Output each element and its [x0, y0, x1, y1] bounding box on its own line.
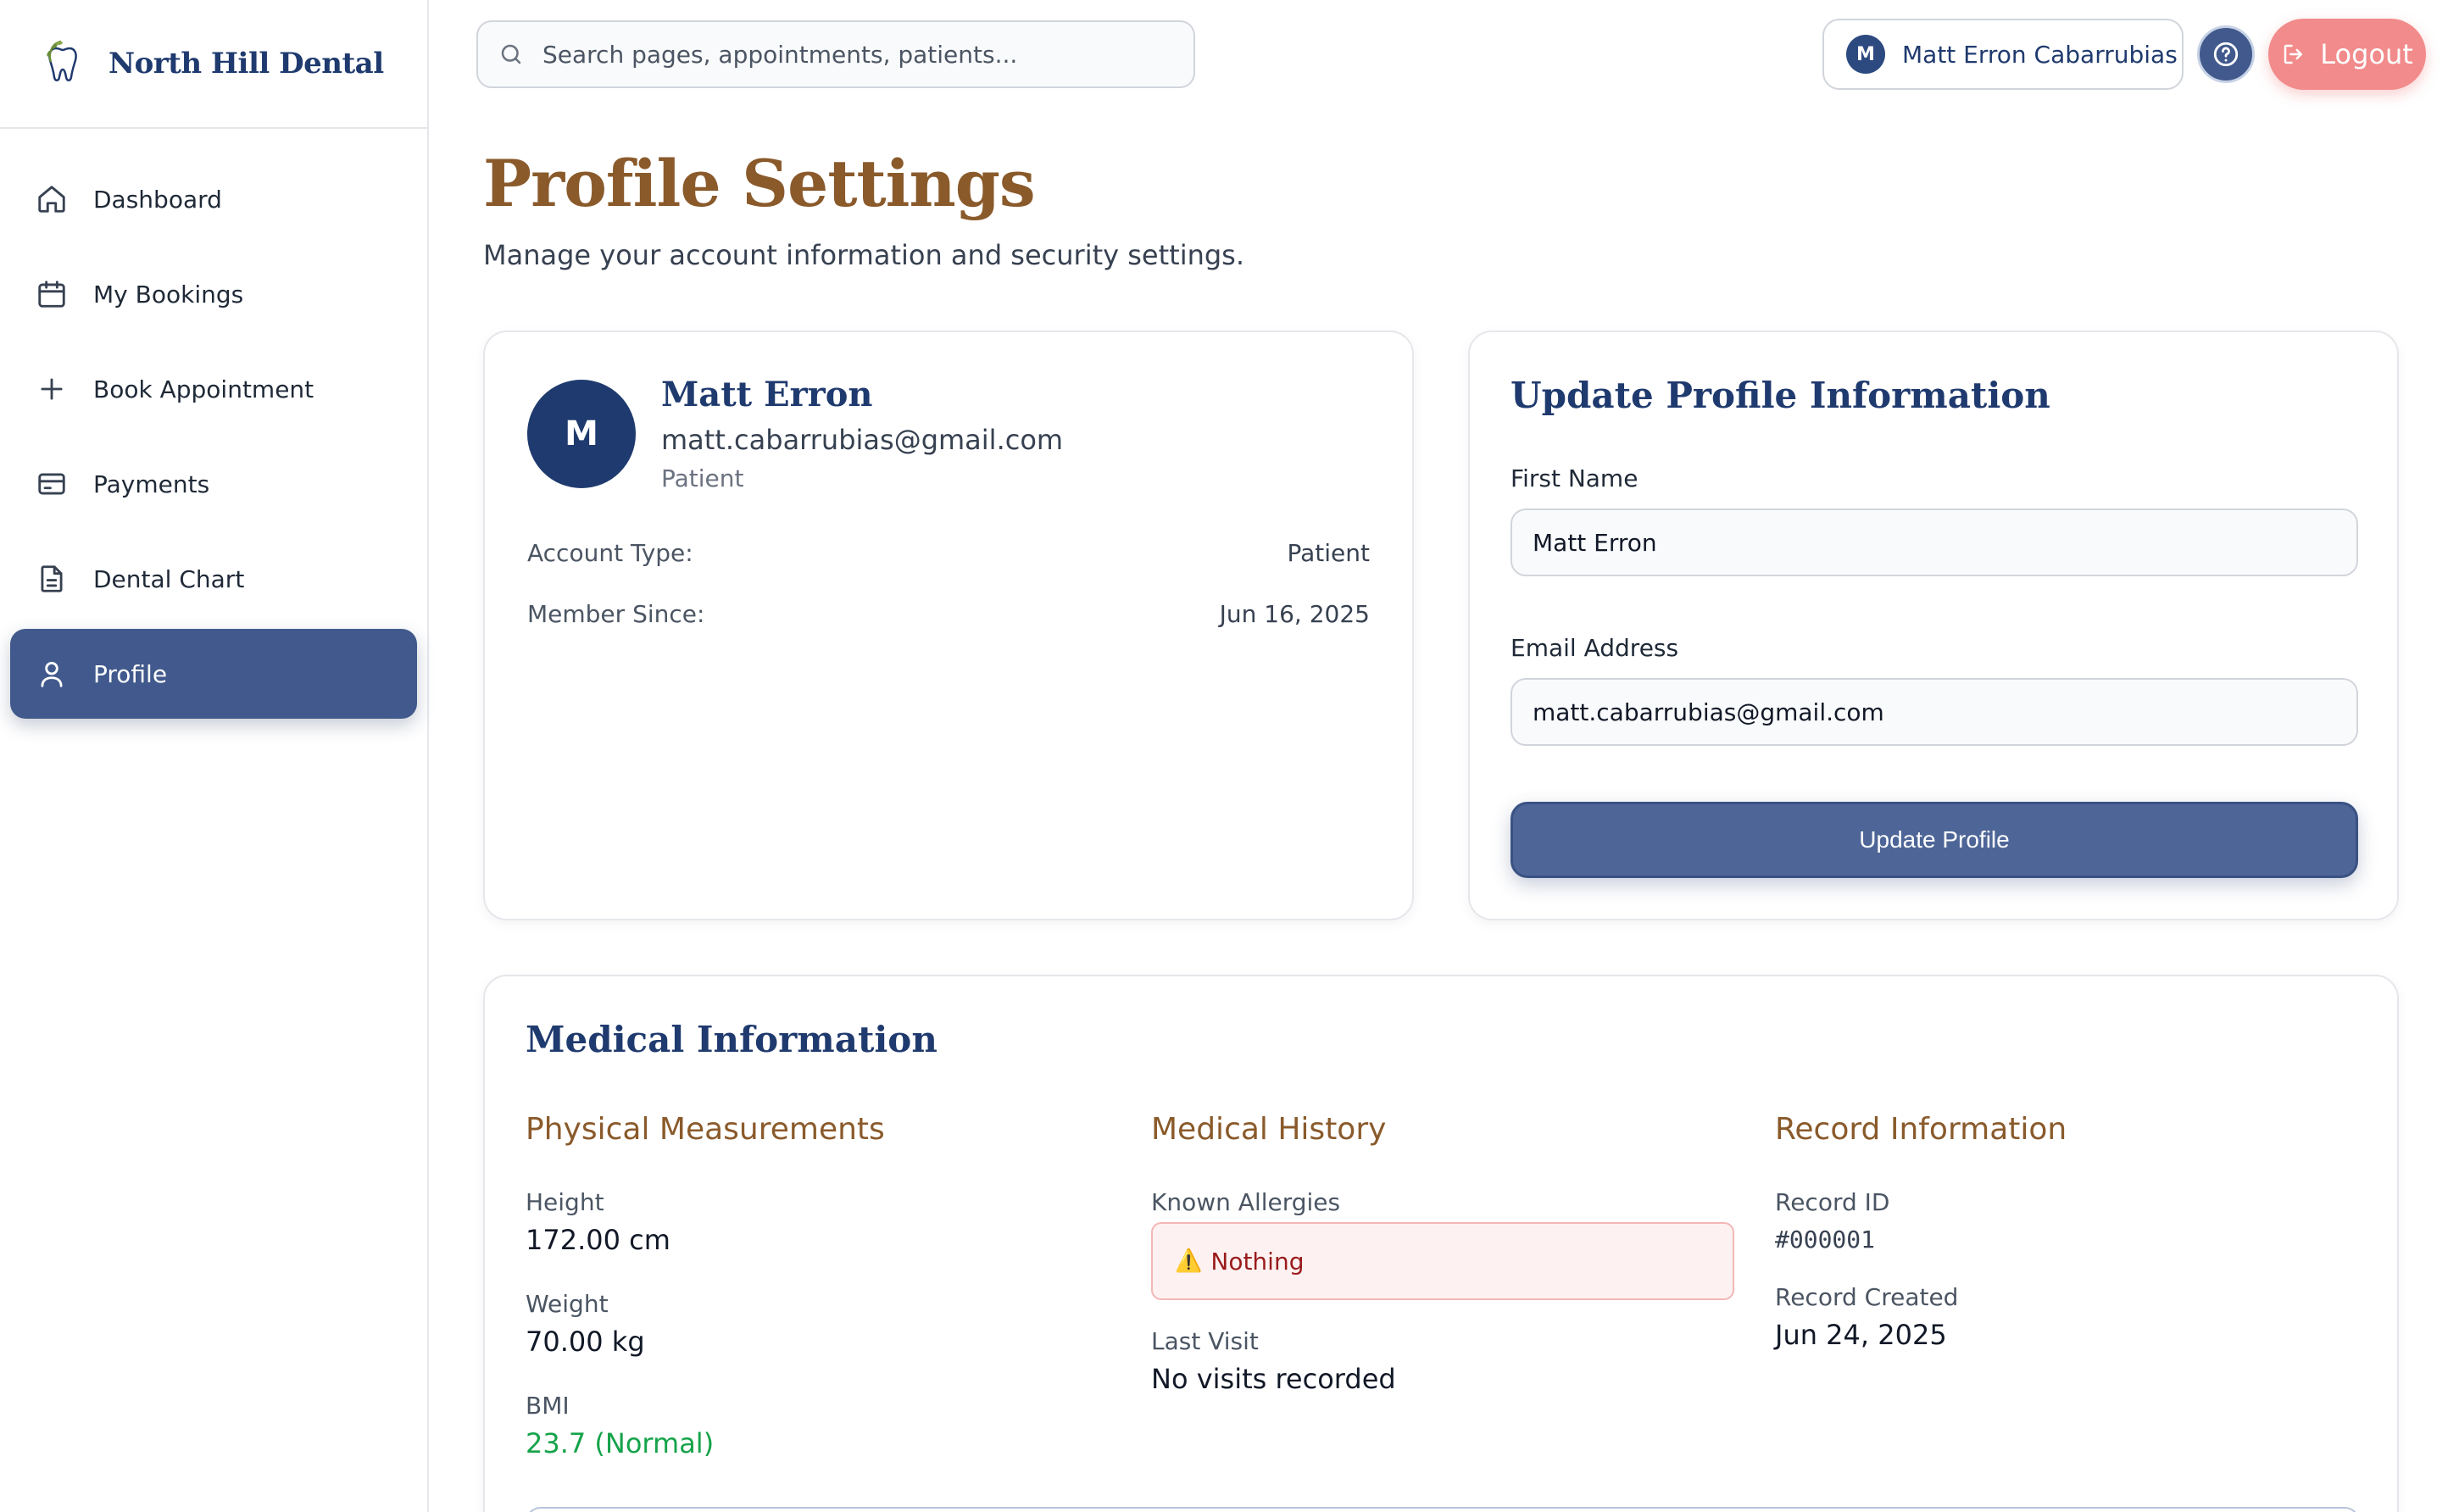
sidebar-item-label: Dashboard [93, 185, 222, 214]
sidebar-item-profile[interactable]: Profile [10, 629, 417, 719]
member-since-row: Member Since: Jun 16, 2025 [527, 600, 1370, 628]
update-profile-button[interactable]: Update Profile [1511, 802, 2358, 878]
sidebar-item-label: Profile [93, 659, 168, 688]
member-since-value: Jun 16, 2025 [1219, 600, 1370, 628]
page-title: Profile Settings [483, 146, 1036, 221]
update-profile-title: Update Profile Information [1511, 375, 2050, 416]
account-type-label: Account Type: [527, 539, 693, 567]
physical-measurements-heading: Physical Measurements [526, 1112, 885, 1147]
sidebar-item-label: My Bookings [93, 280, 244, 309]
height-label: Height [526, 1188, 604, 1216]
allergies-value: Nothing [1210, 1247, 1305, 1276]
logout-icon [2281, 42, 2306, 67]
profile-role: Patient [661, 464, 744, 492]
known-allergies-label: Known Allergies [1151, 1188, 1341, 1216]
sidebar-item-label: Payments [93, 470, 210, 498]
record-id-label: Record ID [1775, 1188, 1890, 1216]
user-name: Matt Erron Cabarrubias [1902, 40, 2178, 69]
next-section-edge [526, 1507, 2360, 1512]
brand-name: North Hill Dental [108, 47, 384, 81]
weight-value: 70.00 kg [526, 1326, 645, 1358]
brand[interactable]: North Hill Dental [0, 0, 427, 129]
bmi-value: 23.7 (Normal) [526, 1427, 715, 1459]
member-since-label: Member Since: [527, 600, 705, 628]
help-button[interactable] [2197, 25, 2255, 83]
sidebar-item-dashboard[interactable]: Dashboard [10, 154, 417, 244]
sidebar-item-dental-chart[interactable]: Dental Chart [10, 534, 417, 624]
user-icon [36, 658, 68, 690]
document-icon [36, 563, 68, 595]
sidebar-item-payments[interactable]: Payments [10, 439, 417, 529]
profile-summary-card: M Matt Erron matt.cabarrubias@gmail.com … [483, 331, 1414, 920]
first-name-label: First Name [1511, 464, 1638, 492]
profile-name: Matt Erron [661, 375, 873, 414]
search-bar[interactable] [476, 20, 1195, 88]
profile-email: matt.cabarrubias@gmail.com [661, 424, 1064, 456]
medical-information-title: Medical Information [526, 1019, 937, 1060]
record-created-value: Jun 24, 2025 [1775, 1319, 1947, 1351]
sidebar: North Hill Dental Dashboard My Bookings … [0, 0, 429, 1512]
search-input[interactable] [542, 40, 1193, 69]
account-type-row: Account Type: Patient [527, 539, 1370, 567]
email-label: Email Address [1511, 634, 1679, 662]
warning-icon: ⚠️ [1175, 1248, 1203, 1274]
plus-icon [36, 373, 68, 405]
record-information-heading: Record Information [1775, 1112, 2067, 1147]
last-visit-label: Last Visit [1151, 1327, 1259, 1355]
medical-information-card: Medical Information Physical Measurement… [483, 975, 2399, 1512]
record-created-label: Record Created [1775, 1283, 1959, 1311]
allergies-alert: ⚠️ Nothing [1151, 1222, 1734, 1300]
logout-button[interactable]: Logout [2268, 19, 2426, 90]
first-name-field[interactable] [1511, 509, 2358, 576]
sidebar-nav: Dashboard My Bookings Book Appointment P… [0, 129, 427, 719]
medical-history-heading: Medical History [1151, 1112, 1387, 1147]
email-field[interactable] [1511, 678, 2358, 746]
update-profile-card: Update Profile Information First Name Em… [1468, 331, 2399, 920]
sidebar-item-label: Book Appointment [93, 375, 314, 403]
search-icon [498, 42, 524, 67]
calendar-icon [36, 278, 68, 310]
help-icon [2212, 40, 2240, 69]
home-icon [36, 183, 68, 215]
sidebar-item-label: Dental Chart [93, 564, 245, 593]
profile-avatar: M [527, 380, 636, 488]
user-menu-button[interactable]: M Matt Erron Cabarrubias [1822, 19, 2184, 90]
sidebar-item-my-bookings[interactable]: My Bookings [10, 249, 417, 339]
logout-label: Logout [2320, 38, 2413, 70]
credit-card-icon [36, 468, 68, 500]
weight-label: Weight [526, 1290, 609, 1318]
page-subtitle: Manage your account information and secu… [483, 239, 1245, 271]
bmi-label: BMI [526, 1392, 570, 1420]
height-value: 172.00 cm [526, 1224, 670, 1256]
tooth-logo-icon [47, 40, 77, 81]
account-type-value: Patient [1287, 539, 1371, 567]
avatar: M [1846, 35, 1885, 74]
record-id-value: #000001 [1775, 1226, 1876, 1254]
sidebar-item-book-appointment[interactable]: Book Appointment [10, 344, 417, 434]
last-visit-value: No visits recorded [1151, 1363, 1396, 1395]
